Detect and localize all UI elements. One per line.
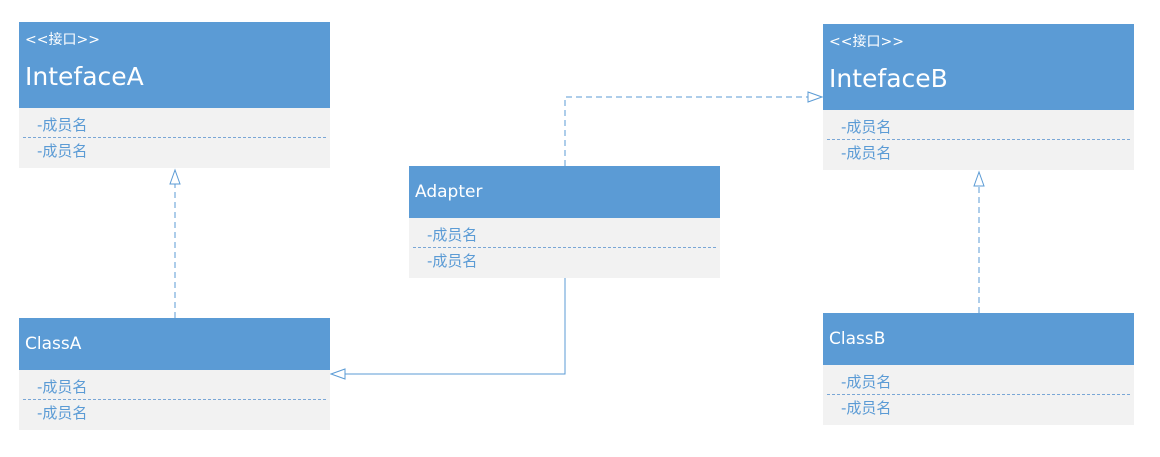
class-a-header: ClassA	[19, 318, 330, 370]
class-a-member: -成员名	[23, 374, 326, 400]
interface-a-name: IntefaceA	[25, 62, 144, 91]
interface-a-header: <<接口>> IntefaceA	[19, 22, 330, 108]
interface-b-members: -成员名 -成员名	[823, 110, 1134, 170]
realization-arrowhead-adapter-intefaceb	[807, 91, 824, 103]
generalization-adapter-to-classa	[345, 278, 566, 375]
class-a-box[interactable]: ClassA -成员名 -成员名	[19, 318, 330, 430]
interface-a-members: -成员名 -成员名	[19, 108, 330, 168]
adapter-members: -成员名 -成员名	[409, 218, 720, 278]
adapter-header: Adapter	[409, 166, 720, 218]
realization-arrowhead-intefacea	[169, 168, 181, 185]
class-a-name: ClassA	[25, 334, 82, 354]
realization-adapter-to-intefaceb	[564, 96, 808, 166]
adapter-member: -成员名	[427, 252, 478, 270]
interface-a-member: -成员名	[23, 112, 326, 138]
realization-arrowhead-intefaceb	[973, 170, 985, 187]
interface-b-member: -成员名	[841, 144, 892, 162]
adapter-box[interactable]: Adapter -成员名 -成员名	[409, 166, 720, 278]
interface-b-member: -成员名	[827, 114, 1130, 140]
interface-a-stereotype: <<接口>>	[25, 32, 100, 48]
interface-b-header: <<接口>> IntefaceB	[823, 24, 1134, 110]
class-a-member: -成员名	[37, 404, 88, 422]
interface-a-member: -成员名	[37, 142, 88, 160]
interface-a-box[interactable]: <<接口>> IntefaceA -成员名 -成员名	[19, 22, 330, 168]
interface-b-stereotype: <<接口>>	[829, 34, 904, 50]
class-b-member: -成员名	[827, 369, 1130, 395]
interface-b-box[interactable]: <<接口>> IntefaceB -成员名 -成员名	[823, 24, 1134, 170]
adapter-name: Adapter	[415, 182, 483, 202]
class-b-member: -成员名	[841, 399, 892, 417]
class-b-header: ClassB	[823, 313, 1134, 365]
class-a-members: -成员名 -成员名	[19, 370, 330, 430]
class-b-name: ClassB	[829, 329, 886, 349]
class-b-box[interactable]: ClassB -成员名 -成员名	[823, 313, 1134, 425]
interface-b-name: IntefaceB	[829, 64, 948, 93]
class-b-members: -成员名 -成员名	[823, 365, 1134, 425]
generalization-arrowhead-classa	[329, 368, 346, 380]
adapter-member: -成员名	[413, 222, 716, 248]
